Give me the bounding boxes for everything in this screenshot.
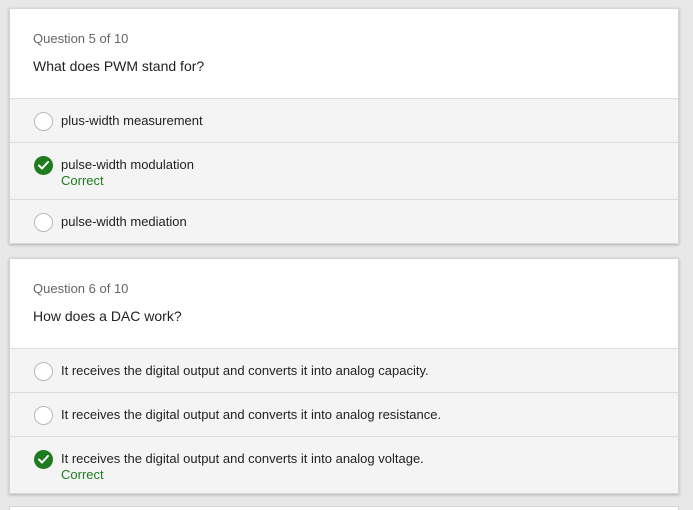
radio-button[interactable] [34, 406, 53, 425]
radio-button[interactable] [34, 362, 53, 381]
answer-option-label: pulse-width mediation [61, 214, 187, 229]
answer-option-label: It receives the digital output and conve… [61, 451, 424, 466]
question-header: Question 6 of 10 How does a DAC work? [10, 259, 678, 348]
question-text: What does PWM stand for? [33, 58, 205, 74]
question-text: How does a DAC work? [33, 308, 182, 324]
radio-button[interactable] [34, 213, 53, 232]
question-card: Question 5 of 10 What does PWM stand for… [9, 8, 679, 244]
answer-option[interactable]: plus-width measurement [10, 98, 678, 142]
feedback-correct: Correct [61, 467, 104, 482]
quiz-results-page: Question 5 of 10 What does PWM stand for… [0, 0, 693, 510]
answer-option[interactable]: It receives the digital output and conve… [10, 348, 678, 392]
question-card: Question 6 of 10 How does a DAC work? It… [9, 258, 679, 494]
answer-option-selected[interactable]: pulse-width modulation Correct [10, 142, 678, 199]
checkmark-icon [34, 156, 53, 175]
question-number: Question 5 of 10 [33, 31, 129, 46]
answer-option[interactable]: It receives the digital output and conve… [10, 392, 678, 436]
answer-option[interactable]: pulse-width mediation [10, 199, 678, 243]
feedback-correct: Correct [61, 173, 104, 188]
checkmark-icon [34, 450, 53, 469]
answer-option-label: pulse-width modulation [61, 157, 194, 172]
answer-option-label: It receives the digital output and conve… [61, 363, 429, 378]
question-number: Question 6 of 10 [33, 281, 129, 296]
radio-button[interactable] [34, 112, 53, 131]
question-header: Question 5 of 10 What does PWM stand for… [10, 9, 678, 98]
answer-option-selected[interactable]: It receives the digital output and conve… [10, 436, 678, 493]
next-question-card [9, 506, 679, 510]
answer-option-label: plus-width measurement [61, 113, 203, 128]
answer-option-label: It receives the digital output and conve… [61, 407, 442, 422]
